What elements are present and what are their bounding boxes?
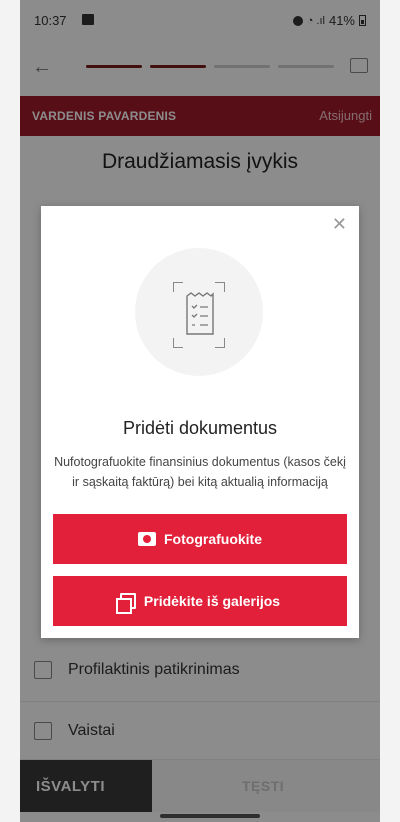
- scan-corner: [215, 282, 225, 292]
- add-documents-dialog: ✕ Pridėti dokumentus Nufotografuokite fi…: [41, 206, 359, 638]
- close-icon[interactable]: ✕: [332, 214, 347, 235]
- gallery-icon: [115, 593, 136, 614]
- camera-icon: [138, 532, 156, 546]
- take-photo-label: Fotografuokite: [164, 531, 262, 547]
- take-photo-button[interactable]: Fotografuokite: [53, 514, 347, 564]
- scan-corner: [173, 282, 183, 292]
- app-screen: 10:37 ◔ .ıl 41% ← VARDENIS PAVARDENIS At…: [20, 0, 380, 822]
- add-from-gallery-button[interactable]: Pridėkite iš galerijos: [53, 576, 347, 626]
- dialog-description: Nufotografuokite finansinius dokumentus …: [54, 455, 346, 489]
- receipt-scan-illustration: [135, 248, 263, 376]
- scan-corner: [173, 338, 183, 348]
- receipt-icon: [186, 292, 214, 335]
- add-from-gallery-label: Pridėkite iš galerijos: [143, 593, 281, 609]
- dialog-title: Pridėti dokumentus: [122, 418, 278, 438]
- scan-corner: [215, 338, 225, 348]
